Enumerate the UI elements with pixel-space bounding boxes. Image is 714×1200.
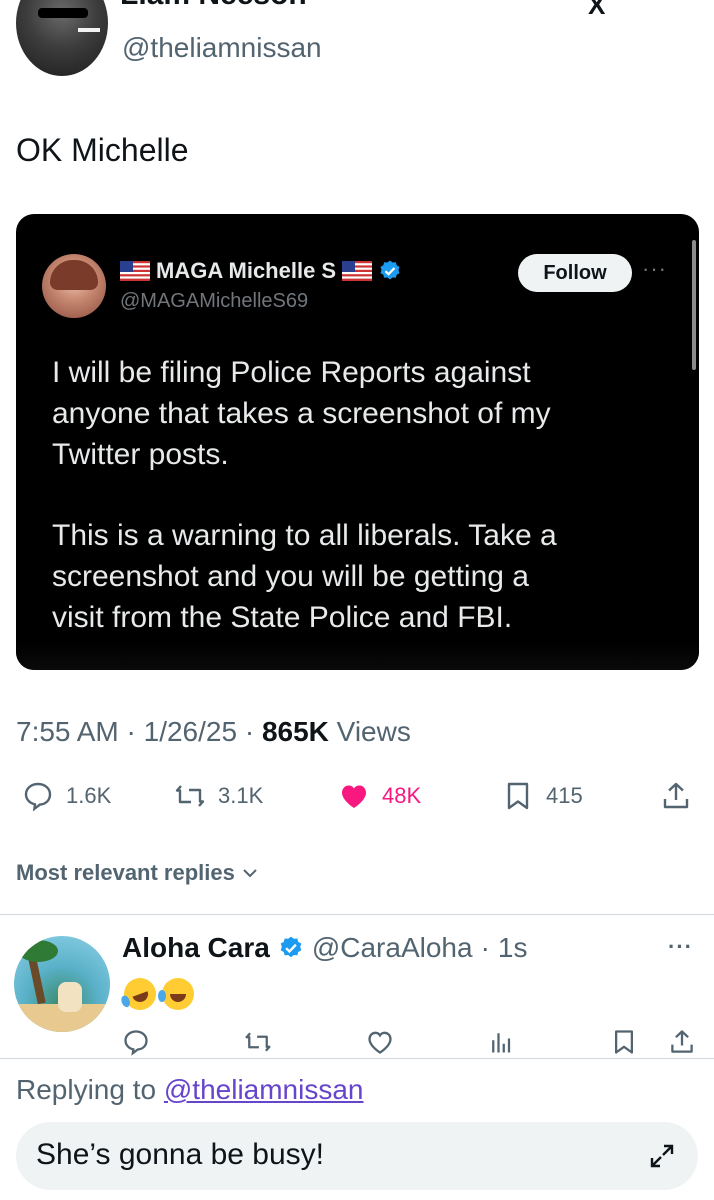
reply-repost-button[interactable] xyxy=(244,1028,272,1061)
share-icon xyxy=(663,782,689,809)
bookmark-count: 415 xyxy=(546,783,583,808)
us-flag-icon xyxy=(342,261,373,281)
x-logo-icon: X xyxy=(588,0,606,20)
reply-handle[interactable]: @CaraAloha xyxy=(312,932,473,964)
verified-icon xyxy=(380,260,400,280)
views-icon xyxy=(492,1033,511,1053)
cigarette-decoration xyxy=(78,28,100,32)
sunglasses-decoration xyxy=(38,8,88,18)
reply-bookmark-button[interactable] xyxy=(610,1028,638,1061)
reply-button[interactable]: 1.6K xyxy=(22,780,111,812)
author-avatar[interactable] xyxy=(16,0,108,76)
meta-separator: · xyxy=(244,716,255,747)
repost-icon xyxy=(245,1032,271,1052)
tweet-time[interactable]: 7:55 AM xyxy=(16,716,119,747)
repost-count: 3.1K xyxy=(218,783,264,808)
reply-reply-button[interactable] xyxy=(122,1028,150,1061)
reply-share-button[interactable] xyxy=(668,1028,696,1061)
tweet-text: OK Michelle xyxy=(16,132,189,168)
replying-to-link[interactable]: @theliamnissan xyxy=(164,1074,364,1105)
embedded-bottom-fade xyxy=(16,640,699,670)
reply-display-name[interactable]: Aloha Cara xyxy=(122,932,270,964)
share-icon xyxy=(671,1030,693,1053)
rofl-emoji-icon xyxy=(119,973,161,1015)
reply-text xyxy=(119,973,200,1015)
replying-prefix: Replying to xyxy=(16,1074,157,1105)
replies-sort-label: Most relevant replies xyxy=(16,860,235,885)
like-button[interactable]: 48K xyxy=(338,780,421,812)
embedded-handle: @MAGAMichelleS69 xyxy=(120,290,309,312)
expand-icon[interactable] xyxy=(648,1142,676,1170)
reply-header: Aloha Cara @CaraAloha · 1s xyxy=(122,932,527,964)
us-flag-icon xyxy=(120,261,150,281)
chevron-down-icon xyxy=(243,869,257,878)
tweet-date[interactable]: 1/26/25 xyxy=(144,716,237,747)
meta-separator: · xyxy=(126,716,136,747)
reply-avatar[interactable] xyxy=(14,936,110,1032)
embedded-paragraph-2: This is a warning to all liberals. Take … xyxy=(52,519,557,634)
share-button[interactable] xyxy=(660,780,692,812)
author-handle[interactable]: @theliamnissan xyxy=(122,32,322,64)
embedded-paragraph-1: I will be filing Police Reports against … xyxy=(52,356,551,471)
more-icon[interactable]: ··· xyxy=(668,934,693,960)
reply-views-button[interactable] xyxy=(488,1028,516,1061)
views-label[interactable]: Views xyxy=(337,716,411,747)
replies-sort-dropdown[interactable]: Most relevant replies xyxy=(16,860,259,886)
bookmark-icon xyxy=(614,1030,634,1054)
verified-icon xyxy=(280,936,302,958)
like-icon xyxy=(342,785,366,808)
embedded-follow-button: Follow xyxy=(518,254,632,292)
joy-emoji-icon xyxy=(158,977,194,1010)
reply-separator: · xyxy=(480,932,490,963)
author-display-name[interactable]: Liam Neeson xyxy=(120,0,307,12)
reply-count: 1.6K xyxy=(66,783,112,808)
tweet-meta: 7:55 AM · 1/26/25 · 865K Views xyxy=(16,716,411,748)
reply-icon xyxy=(24,782,52,812)
embedded-post-body: I will be filing Police Reports against … xyxy=(52,352,672,638)
reply-icon xyxy=(124,1030,148,1056)
repost-button[interactable]: 3.1K xyxy=(174,780,263,812)
reply-age[interactable]: 1s xyxy=(498,932,528,964)
divider xyxy=(0,1058,714,1059)
embedded-display-name-row: MAGA Michelle S xyxy=(120,258,402,284)
bookmark-button[interactable]: 415 xyxy=(502,780,583,812)
reply-like-button[interactable] xyxy=(366,1028,394,1061)
reply-action-bar xyxy=(122,1028,698,1060)
like-count: 48K xyxy=(382,783,422,808)
embedded-screenshot-image[interactable]: MAGA Michelle S @MAGAMichelleS69 Follow … xyxy=(16,214,699,670)
embedded-scrollbar xyxy=(692,240,696,370)
divider xyxy=(0,914,714,915)
tweet-action-bar: 1.6K 3.1K 48K 415 xyxy=(16,780,698,820)
bookmark-icon xyxy=(507,782,529,810)
views-count[interactable]: 865K xyxy=(262,716,329,747)
reply-composer-input[interactable]: She’s gonna be busy! xyxy=(16,1122,698,1190)
replying-to-line: Replying to @theliamnissan xyxy=(16,1074,364,1106)
embedded-avatar xyxy=(42,254,106,318)
like-icon xyxy=(368,1031,392,1054)
more-icon: ··· xyxy=(642,256,667,281)
repost-icon xyxy=(175,785,205,807)
composer-draft-text[interactable]: She’s gonna be busy! xyxy=(36,1138,324,1172)
embedded-display-name: MAGA Michelle S xyxy=(156,258,337,283)
